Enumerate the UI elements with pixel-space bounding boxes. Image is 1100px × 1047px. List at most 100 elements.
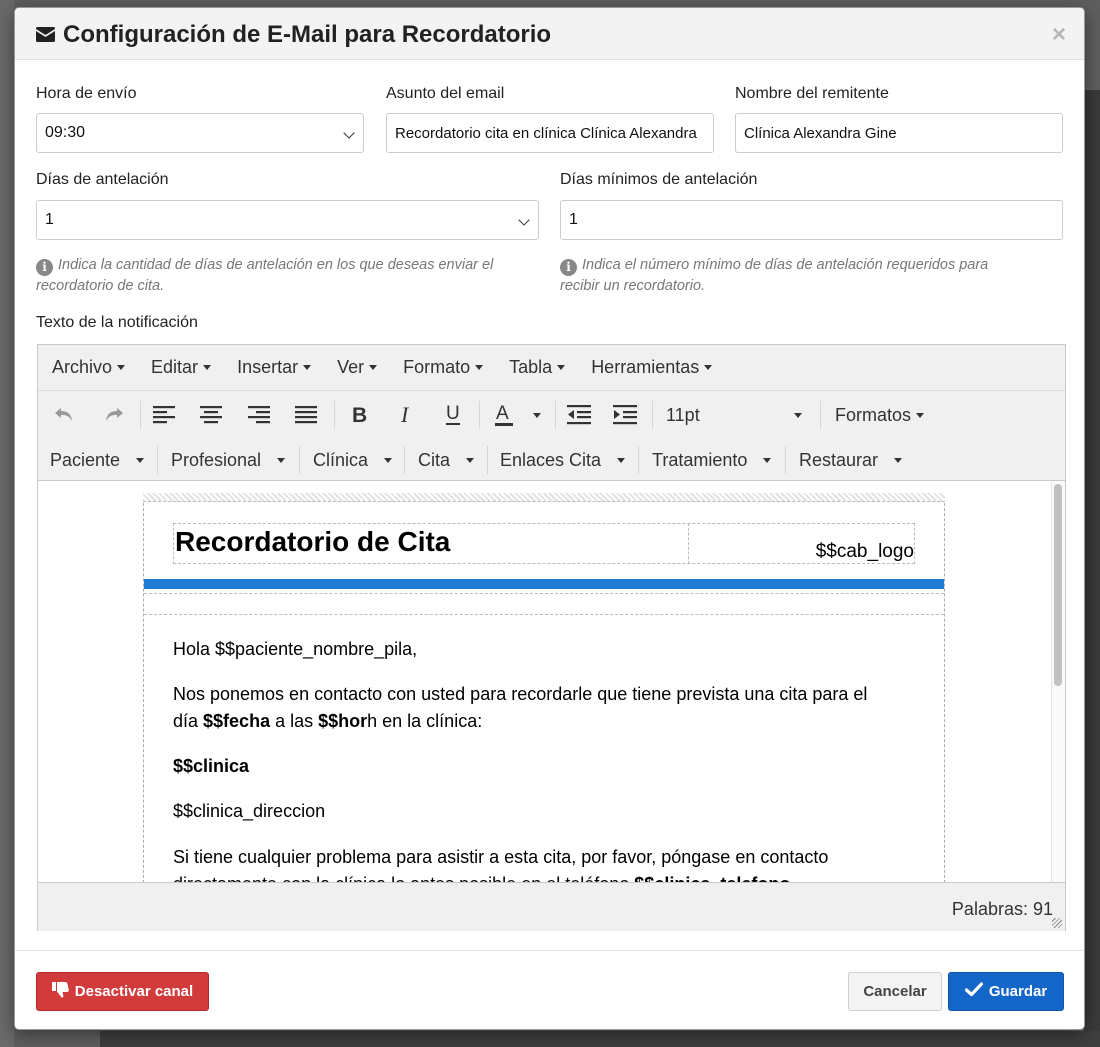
deactivate-label: Desactivar canal [74,983,194,1000]
caret-down-icon [763,457,772,463]
menu-herramientas[interactable]: Herramientas [591,357,713,378]
outdent-icon[interactable] [565,399,593,431]
save-button[interactable]: Guardar [948,972,1064,1011]
backdrop-bottom [100,1031,1100,1047]
toolbar-separator [334,401,335,429]
placeholder-profesional[interactable]: Profesional [171,439,286,481]
placeholder-clinica[interactable]: Clínica [313,439,393,481]
template-accent-bar [144,579,944,589]
editor-content-area[interactable]: Recordatorio de Cita $$cab_logo Hola $$p… [38,481,1065,882]
caret-down-icon [203,365,212,370]
hora-envio-value: 09:30 [45,124,86,141]
cancel-button[interactable]: Cancelar [848,972,942,1011]
info-icon: i [560,259,577,276]
menu-ver[interactable]: Ver [337,357,378,378]
toolbar-separator [785,446,786,474]
menu-tabla[interactable]: Tabla [509,357,566,378]
font-size-value: 11pt [666,404,700,425]
italic-icon[interactable]: I [393,399,421,431]
template-logo-placeholder: $$cab_logo [815,541,914,562]
placeholder-paciente[interactable]: Paciente [50,439,145,481]
toolbar-separator [157,446,158,474]
dias-antelacion-label: Días de antelación [36,171,169,188]
toolbar-separator [404,446,405,474]
dias-minimos-help: i Indica el número mínimo de días de ante… [560,255,1063,297]
editor-toolbar-formatting: B I U A 11pt Formatos [38,391,1065,439]
word-count: Palabras: 91 [951,899,1053,919]
svg-text:U: U [446,404,460,424]
dias-minimos-input[interactable]: 1 [560,200,1063,240]
close-button[interactable]: × [1052,21,1066,49]
placeholder-enlaces-cita[interactable]: Enlaces Cita [500,439,626,481]
checkmark-icon [964,982,983,1001]
help-text-line2: recordatorio de cita. [36,278,165,294]
remitente-value: Clínica Alexandra Gine [744,124,897,142]
help-text-line2: recibir un recordatorio. [560,278,706,294]
svg-text:A: A [496,403,509,424]
caret-down-icon [384,457,393,463]
placeholder-restaurar[interactable]: Restaurar [799,439,903,481]
email-config-modal: Configuración de E-Mail para Recordatori… [14,7,1085,1030]
dias-antelacion-select[interactable]: 1 [36,200,539,240]
asunto-input[interactable]: Recordatorio cita en clínica Clínica Ale… [386,113,714,153]
caret-down-icon [466,457,475,463]
remitente-input[interactable]: Clínica Alexandra Gine [735,113,1063,153]
hora-envio-select[interactable]: 09:30 [36,113,364,153]
thumbs-down-icon [51,981,69,1002]
menu-formato[interactable]: Formato [403,357,484,378]
svg-text:I: I [400,405,410,425]
indent-icon[interactable] [611,399,639,431]
text-color-icon[interactable]: A [490,399,546,431]
caret-down-icon [475,365,484,370]
placeholder-tratamiento[interactable]: Tratamiento [652,439,772,481]
caret-down-icon [136,457,145,463]
menu-editar[interactable]: Editar [151,357,212,378]
modal-header: Configuración de E-Mail para Recordatori… [15,8,1084,60]
font-size-select[interactable]: 11pt [666,399,806,431]
caret-down-icon [794,412,802,418]
align-justify-icon[interactable] [292,399,320,431]
chevron-down-icon [343,127,355,139]
editor-menubar: Archivo Editar Insertar Ver Formato Tabl… [38,345,1065,391]
undo-icon[interactable] [50,399,78,431]
formats-dropdown[interactable]: Formatos [835,399,935,431]
dias-minimos-value: 1 [569,211,578,228]
dias-antelacion-help: i Indica la cantidad de días de antelació… [36,255,539,297]
caret-down-icon [369,365,378,370]
formats-label: Formatos [835,404,912,425]
bold-icon[interactable]: B [345,399,373,431]
rich-text-editor: Archivo Editar Insertar Ver Formato Tabl… [37,344,1066,931]
caret-down-icon [303,365,312,370]
caret-down-icon [617,457,626,463]
caret-down-icon [277,457,286,463]
caret-down-icon [117,365,126,370]
menu-archivo[interactable]: Archivo [52,357,126,378]
editor-toolbar-placeholders: Paciente Profesional Clínica Cita Enlace… [38,439,1065,481]
align-left-icon[interactable] [150,399,178,431]
texto-notificacion-label: Texto de la notificación [36,314,198,331]
toolbar-separator [487,446,488,474]
resize-handle-icon[interactable] [1052,918,1062,928]
backdrop-left [0,0,14,1047]
chevron-down-icon [518,214,530,226]
template-paragraph-2: Si tiene cualquier problema para asistir… [173,847,829,882]
caret-down-icon [557,365,566,370]
modal-footer: Desactivar canal Cancelar Guardar [15,950,1084,1029]
dias-minimos-label: Días mínimos de antelación [560,171,758,188]
template-top-border [143,493,945,502]
template-spacer [144,593,944,615]
editor-statusbar: Palabras: 91 [38,882,1065,931]
placeholder-cita[interactable]: Cita [418,439,475,481]
align-center-icon[interactable] [197,399,225,431]
menu-insertar[interactable]: Insertar [237,357,312,378]
align-right-icon[interactable] [245,399,273,431]
help-text-line1: Indica la cantidad de días de antelación… [58,257,494,273]
editor-scrollbar-thumb[interactable] [1054,484,1062,686]
caret-down-icon [704,365,713,370]
asunto-label: Asunto del email [386,85,505,102]
deactivate-channel-button[interactable]: Desactivar canal [36,972,209,1011]
underline-icon[interactable]: U [439,399,467,431]
redo-icon[interactable] [100,399,128,431]
cancel-label: Cancelar [863,983,927,1000]
editor-scrollbar[interactable] [1051,481,1065,882]
